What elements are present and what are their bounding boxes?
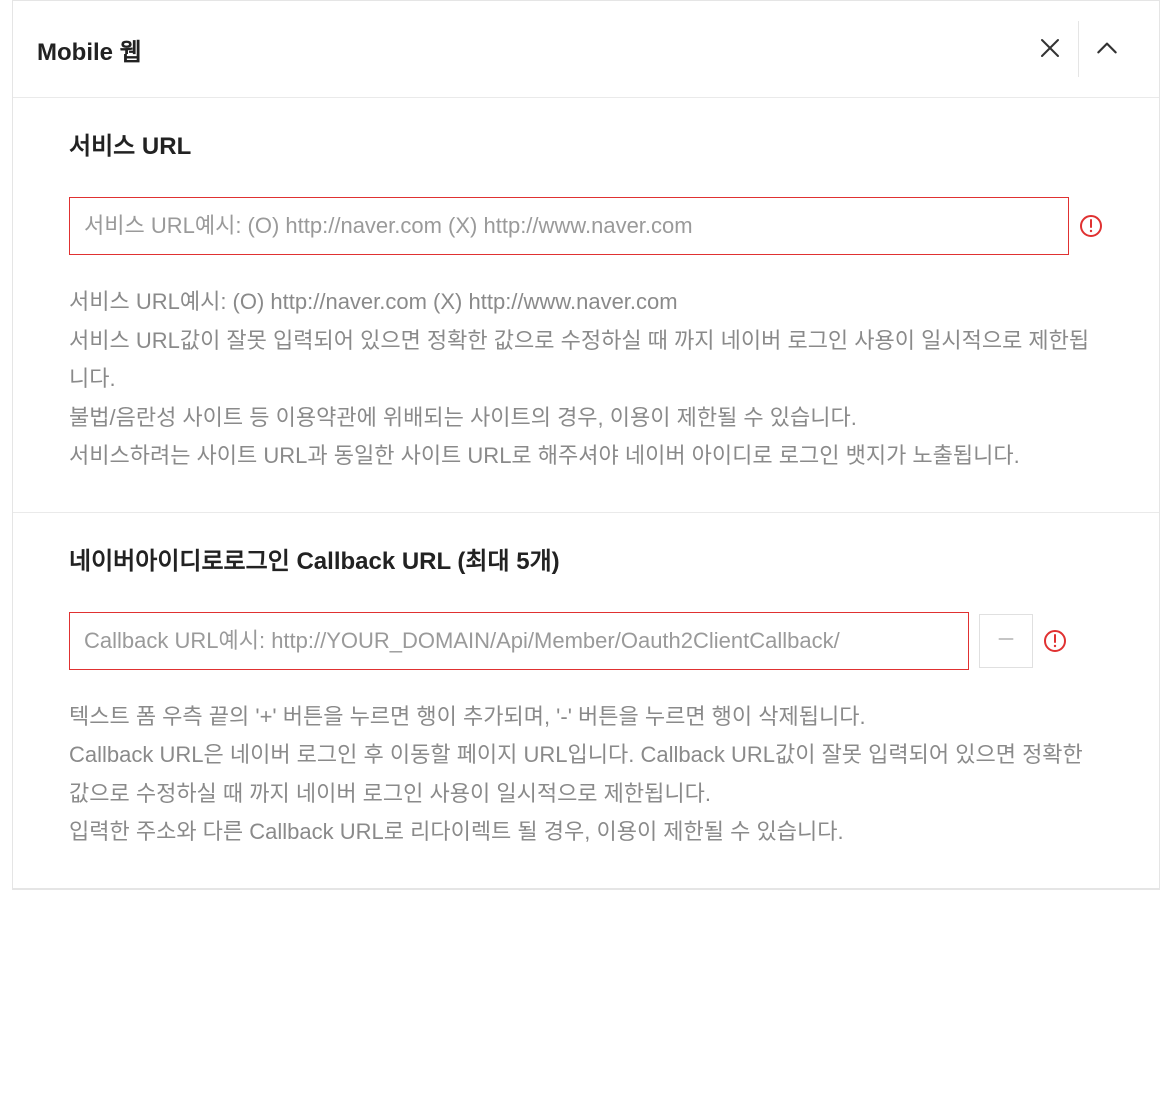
- panel-controls: [1022, 21, 1135, 77]
- help-line: 서비스하려는 사이트 URL과 동일한 사이트 URL로 해주셔야 네이버 아이…: [69, 437, 1103, 476]
- help-line: 불법/음란성 사이트 등 이용약관에 위배되는 사이트의 경우, 이용이 제한될…: [69, 399, 1103, 438]
- remove-row-button[interactable]: [979, 614, 1033, 668]
- service-url-section: 서비스 URL 서비스 URL예시: (O) http://naver.com …: [13, 98, 1159, 512]
- bottom-border: [12, 889, 1160, 890]
- help-line: Callback URL은 네이버 로그인 후 이동할 페이지 URL입니다. …: [69, 736, 1103, 813]
- callback-url-input-row: [69, 612, 1103, 670]
- service-url-title: 서비스 URL: [69, 126, 1103, 161]
- minus-icon: [996, 629, 1016, 652]
- service-url-input-row: [69, 197, 1103, 255]
- callback-url-section: 네이버아이디로로그인 Callback URL (최대 5개) 텍스트 폼 우측: [13, 512, 1159, 888]
- help-line: 텍스트 폼 우측 끝의 '+' 버튼을 누르면 행이 추가되며, '-' 버튼을…: [69, 698, 1103, 737]
- help-line: 입력한 주소와 다른 Callback URL로 리다이렉트 될 경우, 이용이…: [69, 813, 1103, 852]
- help-line: 서비스 URL예시: (O) http://naver.com (X) http…: [69, 283, 1103, 322]
- service-url-help: 서비스 URL예시: (O) http://naver.com (X) http…: [69, 283, 1103, 476]
- help-line: 서비스 URL값이 잘못 입력되어 있으면 정확한 값으로 수정하실 때 까지 …: [69, 322, 1103, 399]
- error-icon: [1043, 629, 1067, 653]
- callback-url-title: 네이버아이디로로그인 Callback URL (최대 5개): [69, 541, 1103, 576]
- service-url-input[interactable]: [69, 197, 1069, 255]
- close-button[interactable]: [1022, 21, 1078, 77]
- error-icon: [1079, 214, 1103, 238]
- close-icon: [1038, 36, 1062, 63]
- mobile-web-panel: Mobile 웹 서비스 URL: [12, 0, 1160, 889]
- panel-header: Mobile 웹: [13, 1, 1159, 98]
- panel-title: Mobile 웹: [37, 32, 142, 67]
- callback-url-input[interactable]: [69, 612, 969, 670]
- callback-url-help: 텍스트 폼 우측 끝의 '+' 버튼을 누르면 행이 추가되며, '-' 버튼을…: [69, 698, 1103, 852]
- chevron-up-icon: [1094, 35, 1120, 64]
- collapse-button[interactable]: [1079, 21, 1135, 77]
